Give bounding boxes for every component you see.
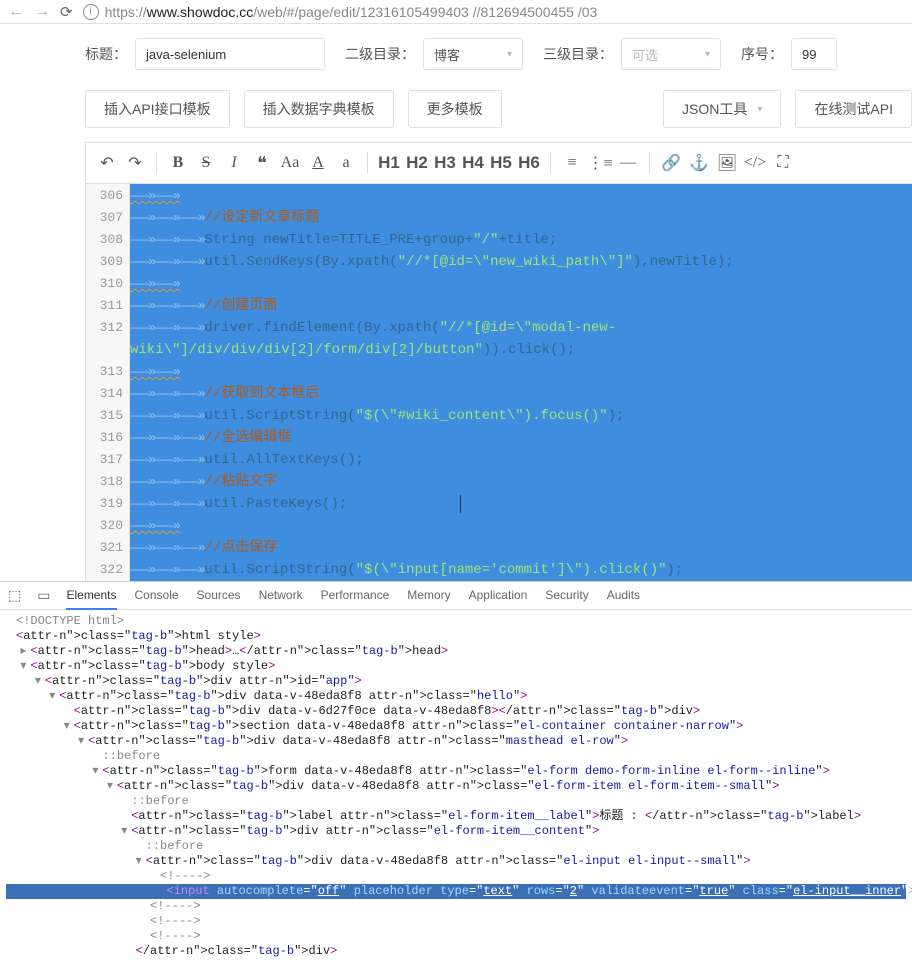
code-content[interactable]: ———»———»———»———»———»//设定新文章标题———»———»———… [130,184,912,581]
devtools-tab-audits[interactable]: Audits [607,582,640,610]
seq-input[interactable]: 99 [791,38,837,70]
site-info-icon[interactable]: i [83,4,99,20]
more-template-button[interactable]: 更多模板 [408,90,502,128]
chevron-down-icon: ▾ [507,49,512,60]
json-tool-button[interactable]: JSON工具▾ [663,90,781,128]
font-family-icon[interactable]: a [333,150,359,176]
inspect-icon[interactable]: ⬚ [8,587,21,604]
seq-label: 序号： [741,44,783,64]
api-template-button[interactable]: 插入API接口模板 [85,90,230,128]
h3-button[interactable]: H3 [432,150,458,176]
devtools-tab-memory[interactable]: Memory [407,582,450,610]
italic-icon[interactable]: I [221,150,247,176]
title-label: 标题： [85,44,127,64]
cat2-select[interactable]: 博客▾ [423,38,523,70]
page-form-row: 标题： java-selenium 二级目录： 博客▾ 三级目录： 可选▾ 序号… [85,24,912,80]
chevron-down-icon: ▾ [705,49,710,60]
hr-icon[interactable]: — [615,150,641,176]
line-gutter: 306307308309310311312 313314315316317318… [86,184,130,581]
bold-icon[interactable]: B [165,150,191,176]
anchor-icon[interactable]: ⚓ [686,150,712,176]
ul-icon[interactable]: ≡ [559,150,585,176]
elements-tree[interactable]: <!DOCTYPE html><attr-n">class="tag-b">ht… [0,610,912,963]
devtools-tabs: ⬚ ▭ Elements Console Sources Network Perform… [0,582,912,610]
forward-icon: → [34,3,50,21]
devtools-tab-sources[interactable]: Sources [197,582,241,610]
dict-template-button[interactable]: 插入数据字典模板 [244,90,394,128]
expand-icon[interactable]: ⛶ [770,150,796,176]
editor-toolbar: ↶ ↷ B S I ❝ Aa A a H1 H2 H3 H4 H5 H6 ≡ ⋮… [85,142,912,184]
devtools-panel: ⬚ ▭ Elements Console Sources Network Perform… [0,581,912,963]
test-api-button[interactable]: 在线测试API [795,90,912,128]
h5-button[interactable]: H5 [488,150,514,176]
code-editor[interactable]: 306307308309310311312 313314315316317318… [85,184,912,581]
h2-button[interactable]: H2 [404,150,430,176]
cat3-label: 三级目录： [543,44,613,64]
quote-icon[interactable]: ❝ [249,150,275,176]
title-input[interactable]: java-selenium [135,38,325,70]
devtools-tab-elements[interactable]: Elements [66,582,116,610]
link-icon[interactable]: 🔗 [658,150,684,176]
font-color-icon[interactable]: A [305,150,331,176]
template-button-row: 插入API接口模板 插入数据字典模板 更多模板 JSON工具▾ 在线测试API [85,80,912,142]
reload-icon[interactable]: ⟳ [60,3,73,21]
devtools-tab-performance[interactable]: Performance [321,582,390,610]
h4-button[interactable]: H4 [460,150,486,176]
undo-icon[interactable]: ↶ [94,150,120,176]
code-icon[interactable]: </> [742,150,768,176]
font-size-icon[interactable]: Aa [277,150,303,176]
cat3-select[interactable]: 可选▾ [621,38,721,70]
devtools-tab-application[interactable]: Application [469,582,528,610]
ol-icon[interactable]: ⋮≡ [587,150,613,176]
url-text: https://www.showdoc.cc/web/#/page/edit/1… [105,4,598,20]
h6-button[interactable]: H6 [516,150,542,176]
url-bar[interactable]: i https://www.showdoc.cc/web/#/page/edit… [83,4,904,20]
strike-icon[interactable]: S [193,150,219,176]
redo-icon[interactable]: ↷ [122,150,148,176]
devtools-tab-security[interactable]: Security [545,582,588,610]
chevron-down-icon: ▾ [757,104,762,115]
cat2-label: 二级目录： [345,44,415,64]
devtools-tab-console[interactable]: Console [135,582,179,610]
browser-nav-bar: ← → ⟳ i https://www.showdoc.cc/web/#/pag… [0,0,912,24]
image-icon[interactable]: 🖼 [714,150,740,176]
devtools-tab-network[interactable]: Network [259,582,303,610]
h1-button[interactable]: H1 [376,150,402,176]
back-icon[interactable]: ← [8,3,24,21]
device-icon[interactable]: ▭ [37,587,50,604]
